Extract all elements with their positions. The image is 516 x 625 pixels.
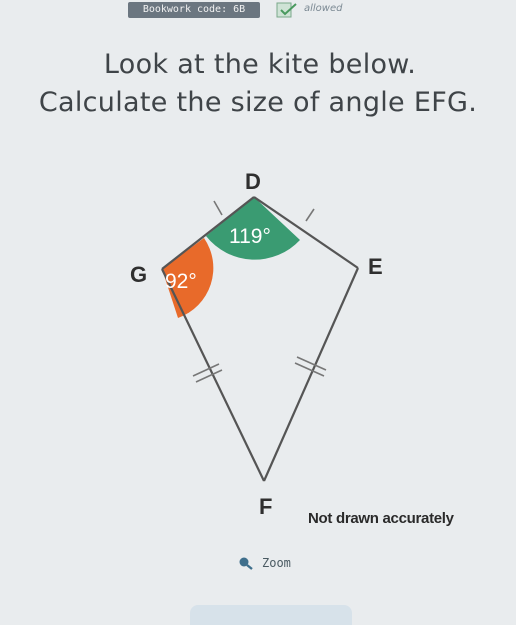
magnifier-icon xyxy=(239,557,253,570)
tick-ef-1 xyxy=(296,356,327,371)
tick-dg xyxy=(213,200,223,216)
angle-d-label: 119° xyxy=(229,225,271,248)
zoom-button[interactable]: Zoom xyxy=(238,556,291,570)
tick-ef-2 xyxy=(294,362,325,377)
not-drawn-accurately-note: Not drawn accurately xyxy=(308,510,454,527)
answer-button-partial[interactable] xyxy=(190,605,352,625)
edge-ef xyxy=(262,267,360,482)
angle-g-label: 92° xyxy=(165,270,197,293)
tick-gf-2 xyxy=(195,369,223,383)
zoom-label: Zoom xyxy=(262,556,291,570)
tick-de-1 xyxy=(305,208,315,222)
vertex-f-label: F xyxy=(259,494,272,519)
vertex-e-label: E xyxy=(368,254,383,279)
vertex-g-label: G xyxy=(130,262,147,287)
tick-gf-1 xyxy=(192,363,220,377)
vertex-d-label: D xyxy=(245,169,261,194)
